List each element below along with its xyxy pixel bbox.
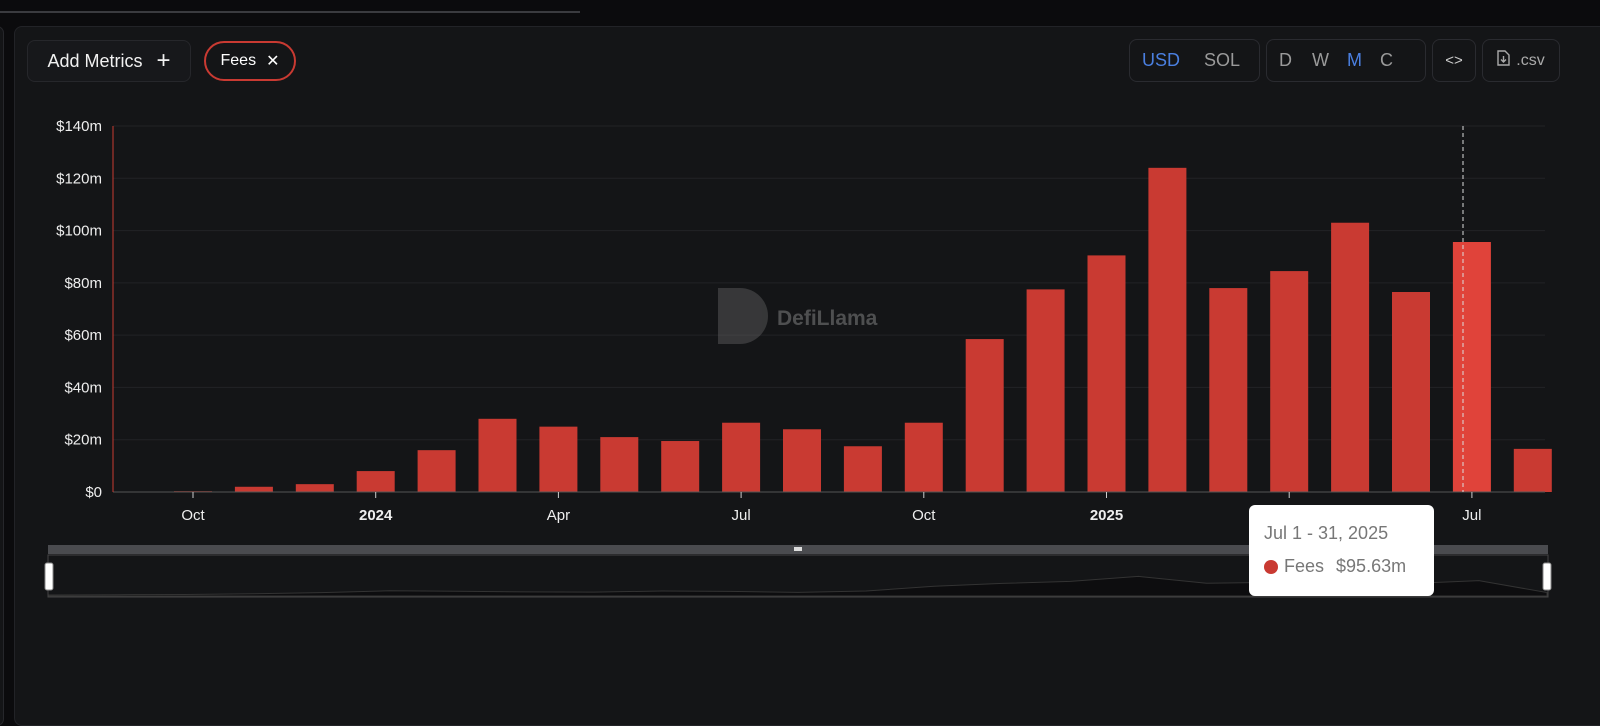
bar-mar-2025[interactable] <box>1209 288 1248 492</box>
bar-may-2025[interactable] <box>1331 222 1370 492</box>
navigator-right-handle[interactable] <box>1542 562 1552 591</box>
bar-feb-2024[interactable] <box>417 450 456 492</box>
chart-tooltip: Jul 1 - 31, 2025 Fees $95.63m <box>1249 505 1434 596</box>
bar-nov-2023[interactable] <box>234 486 273 492</box>
bar-aug-2025[interactable] <box>1513 448 1552 492</box>
bar-nov-2024[interactable] <box>965 339 1004 492</box>
bar-dec-2023[interactable] <box>295 484 334 492</box>
bar-sep-2024[interactable] <box>843 446 882 492</box>
y-tick-label: $40m <box>64 379 102 396</box>
bar-aug-2024[interactable] <box>783 429 821 492</box>
x-tick-label: 2024 <box>359 507 393 524</box>
bar-jun-2024[interactable] <box>661 441 700 492</box>
y-tick-label: $20m <box>64 432 102 449</box>
bar-dec-2024[interactable] <box>1026 289 1065 492</box>
tooltip-series: Fees <box>1284 556 1325 576</box>
y-tick-label: $120m <box>56 170 102 187</box>
bar-apr-2025[interactable] <box>1270 271 1309 492</box>
navigator-left-handle[interactable] <box>44 562 54 591</box>
bar-feb-2025[interactable] <box>1148 167 1187 493</box>
y-tick-label: $100m <box>56 223 102 240</box>
bar-jul-2024[interactable] <box>722 422 761 492</box>
bar-oct-2024[interactable] <box>904 422 943 492</box>
bar-apr-2024[interactable] <box>539 426 578 492</box>
x-tick-label: Jul <box>1462 507 1481 524</box>
fees-legend-dot <box>1264 559 1278 574</box>
x-tick-label: Oct <box>912 507 936 524</box>
watermark-text: DefiLlama <box>777 307 878 330</box>
y-tick-label: $140m <box>56 118 102 135</box>
tooltip-value: $95.63m <box>1336 556 1407 576</box>
tooltip-date: Jul 1 - 31, 2025 <box>1264 523 1389 543</box>
bar-may-2024[interactable] <box>600 437 639 492</box>
x-tick-label: Jul <box>732 507 751 524</box>
y-tick-label: $0 <box>85 484 102 501</box>
x-tick-label: Apr <box>547 507 570 524</box>
bar-mar-2024[interactable] <box>478 418 517 492</box>
fees-bar-chart: $0 $20m $40m $60m $80m $100m $120m $140m Oct 2024… <box>44 118 1552 598</box>
bar-jan-2024[interactable] <box>356 471 395 492</box>
navigator-grip-icon <box>794 547 802 551</box>
bar-jul-2025[interactable] <box>1452 241 1491 492</box>
y-tick-label: $60m <box>64 327 102 344</box>
x-tick-label: Oct <box>181 507 205 524</box>
y-tick-label: $80m <box>64 275 102 292</box>
x-tick-label: 2025 <box>1090 507 1123 524</box>
bar-jan-2025[interactable] <box>1087 255 1126 492</box>
bar-jun-2025[interactable] <box>1392 292 1430 492</box>
